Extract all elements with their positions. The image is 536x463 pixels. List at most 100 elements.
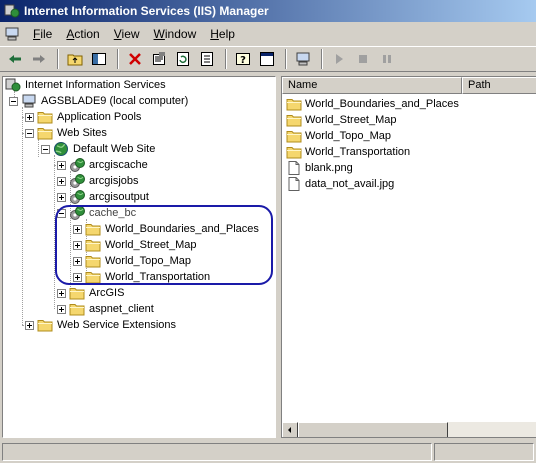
refresh-button[interactable] [172, 48, 194, 70]
show-hide-tree-button[interactable] [88, 48, 110, 70]
list-pane[interactable]: Name Path World_Boundaries_and_Places Wo… [281, 76, 536, 438]
menu-view[interactable]: View [107, 27, 147, 41]
expand-toggle[interactable] [57, 160, 66, 170]
expand-toggle[interactable] [25, 320, 34, 330]
delete-button[interactable] [124, 48, 146, 70]
svg-text:?: ? [240, 55, 246, 66]
scroll-left-button[interactable] [282, 422, 298, 437]
iis-app-icon [4, 3, 20, 19]
horizontal-scrollbar[interactable] [282, 422, 536, 437]
menu-window[interactable]: Window [147, 27, 204, 41]
list-item[interactable]: data_not_avail.jpg [286, 176, 394, 192]
expand-toggle[interactable] [57, 192, 66, 202]
list-item[interactable]: blank.png [286, 160, 353, 176]
collapse-toggle[interactable] [9, 96, 18, 106]
computer-icon [295, 51, 311, 67]
up-folder-icon [67, 54, 83, 66]
globe-icon [53, 141, 69, 157]
properties-button[interactable] [148, 48, 170, 70]
tree-node-computer[interactable]: AGSBLADE9 (local computer) [9, 93, 189, 109]
tree-node-arcgiscache[interactable]: arcgiscache [57, 157, 149, 173]
status-bar [0, 441, 536, 463]
forward-icon [33, 55, 45, 63]
virtual-directory-icon [69, 189, 85, 205]
properties-icon [153, 52, 165, 65]
console-icon [260, 52, 274, 66]
folder-icon [286, 96, 302, 112]
tree-connector [22, 107, 23, 325]
list-item[interactable]: World_Topo_Map [286, 128, 391, 144]
menu-help[interactable]: Help [203, 27, 242, 41]
menu-bar: File Action View Window Help [0, 24, 536, 44]
list-item[interactable]: World_Street_Map [286, 112, 397, 128]
back-button[interactable] [4, 48, 26, 70]
stop-button[interactable] [352, 48, 374, 70]
tree-node-arcgisjobs[interactable]: arcgisjobs [57, 173, 140, 189]
scrollbar-thumb[interactable] [298, 422, 448, 437]
collapse-toggle[interactable] [25, 128, 34, 138]
folder-icon [286, 128, 302, 144]
list-item[interactable]: World_Transportation [286, 144, 410, 160]
list-item[interactable]: World_Boundaries_and_Places [286, 96, 459, 112]
export-list-button[interactable] [196, 48, 218, 70]
export-list-icon [201, 52, 213, 66]
help-button[interactable]: ? [232, 48, 254, 70]
back-icon [9, 55, 21, 63]
folder-icon [69, 301, 85, 317]
toolbar: ? [0, 46, 536, 72]
start-button[interactable] [328, 48, 350, 70]
tree-node-arcgis[interactable]: ArcGIS [57, 285, 125, 301]
tree-node-root[interactable]: Internet Information Services [5, 77, 167, 93]
tree-node-web-sites[interactable]: Web Sites [25, 125, 108, 141]
tree-node-aspnet-client[interactable]: aspnet_client [57, 301, 155, 317]
virtual-directory-icon [69, 173, 85, 189]
pause-button[interactable] [376, 48, 398, 70]
folder-icon [37, 317, 53, 333]
iis-icon [5, 77, 21, 93]
menu-action[interactable]: Action [59, 27, 106, 41]
computer-button[interactable] [292, 48, 314, 70]
column-header-path[interactable]: Path [462, 77, 536, 94]
console-button[interactable] [256, 48, 278, 70]
menu-file[interactable]: File [26, 27, 59, 41]
toolbar-separator [117, 49, 119, 69]
console-menu-icon[interactable] [4, 26, 20, 42]
status-cell [2, 443, 432, 461]
up-one-level-button[interactable] [64, 48, 86, 70]
expand-toggle[interactable] [57, 176, 66, 186]
delete-icon [129, 53, 141, 65]
folder-icon [286, 112, 302, 128]
toolbar-separator [57, 49, 59, 69]
folder-icon [37, 125, 53, 141]
file-icon [286, 160, 302, 176]
forward-button[interactable] [28, 48, 50, 70]
tree-node-arcgisoutput[interactable]: arcgisoutput [57, 189, 150, 205]
file-icon [286, 176, 302, 192]
pause-icon [383, 55, 391, 63]
highlight-annotation-oval [55, 205, 273, 285]
column-header-name[interactable]: Name [282, 77, 462, 94]
expand-toggle[interactable] [57, 304, 66, 314]
collapse-toggle[interactable] [41, 144, 50, 154]
refresh-icon [177, 52, 189, 66]
virtual-directory-icon [69, 157, 85, 173]
toolbar-separator [321, 49, 323, 69]
window-title: Internet Information Services (IIS) Mana… [24, 4, 269, 18]
tree-node-default-web-site[interactable]: Default Web Site [41, 141, 156, 157]
toolbar-separator [225, 49, 227, 69]
help-icon: ? [236, 53, 250, 66]
tree-node-app-pools[interactable]: Application Pools [25, 109, 142, 125]
list-header: Name Path [282, 77, 536, 94]
folder-icon [37, 109, 53, 125]
computer-icon [21, 93, 37, 109]
tree-node-web-service-extensions[interactable]: Web Service Extensions [25, 317, 177, 333]
tree-pane[interactable]: Internet Information Services AGSBLADE9 … [2, 76, 276, 438]
expand-toggle[interactable] [57, 288, 66, 298]
expand-toggle[interactable] [25, 112, 34, 122]
tree-connector [38, 139, 39, 157]
show-hide-tree-icon [92, 53, 106, 65]
play-icon [336, 54, 343, 64]
toolbar-separator [285, 49, 287, 69]
folder-icon [69, 285, 85, 301]
folder-icon [286, 144, 302, 160]
